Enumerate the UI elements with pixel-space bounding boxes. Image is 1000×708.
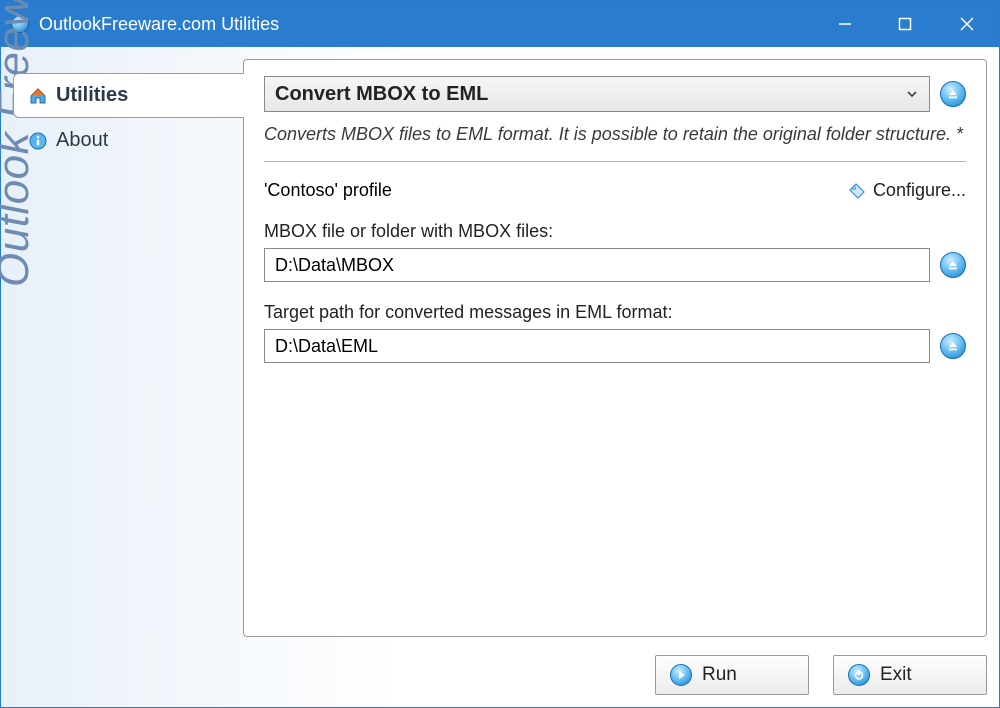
field-mbox: MBOX file or folder with MBOX files: [264,221,966,282]
run-button[interactable]: Run [655,655,809,695]
tab-about-label: About [56,129,108,152]
footer-buttons: Run Exit [655,655,987,695]
utility-description: Converts MBOX files to EML format. It is… [264,122,966,162]
minimize-icon [838,17,852,31]
field-target-label: Target path for converted messages in EM… [264,302,966,323]
target-path-input[interactable] [264,329,930,363]
configure-label: Configure... [873,180,966,201]
minimize-button[interactable] [815,1,875,47]
utility-header-row: Convert MBOX to EML [264,76,966,112]
app-icon [11,15,29,33]
play-icon [670,664,692,686]
field-mbox-label: MBOX file or folder with MBOX files: [264,221,966,242]
tab-about[interactable]: About [13,118,243,163]
exit-button[interactable]: Exit [833,655,987,695]
tag-icon [847,181,867,201]
utility-selector[interactable]: Convert MBOX to EML [264,76,930,112]
maximize-button[interactable] [875,1,935,47]
chevron-down-icon [905,87,919,101]
utility-name: Convert MBOX to EML [275,83,488,106]
run-button-label: Run [702,664,737,686]
eject-icon [946,87,960,101]
info-icon [28,131,48,151]
maximize-icon [898,17,912,31]
main-layout: Utilities About Convert MBOX to EML [13,59,987,637]
field-target: Target path for converted messages in EM… [264,302,966,363]
home-icon [28,86,48,106]
window-title: OutlookFreeware.com Utilities [39,14,815,35]
titlebar[interactable]: OutlookFreeware.com Utilities [1,1,999,47]
profile-row: 'Contoso' profile Configure... [264,180,966,201]
tab-utilities[interactable]: Utilities [13,73,244,118]
close-button[interactable] [935,1,999,47]
power-icon [848,664,870,686]
eject-icon [946,339,960,353]
window-controls [815,1,999,47]
app-window: OutlookFreeware.com Utilities Outlook Fr… [0,0,1000,708]
client-area: Outlook Freeware .com Utilities About [1,47,999,707]
mbox-browse-button[interactable] [940,252,966,278]
eject-icon [946,258,960,272]
utility-eject-button[interactable] [940,81,966,107]
mbox-path-input[interactable] [264,248,930,282]
sidebar-tabs: Utilities About [13,59,243,637]
close-icon [959,16,975,32]
exit-button-label: Exit [880,664,912,686]
configure-link[interactable]: Configure... [847,180,966,201]
content-panel: Convert MBOX to EML Converts MBOX files … [243,59,987,637]
target-browse-button[interactable] [940,333,966,359]
tab-utilities-label: Utilities [56,84,128,107]
profile-label: 'Contoso' profile [264,180,392,201]
